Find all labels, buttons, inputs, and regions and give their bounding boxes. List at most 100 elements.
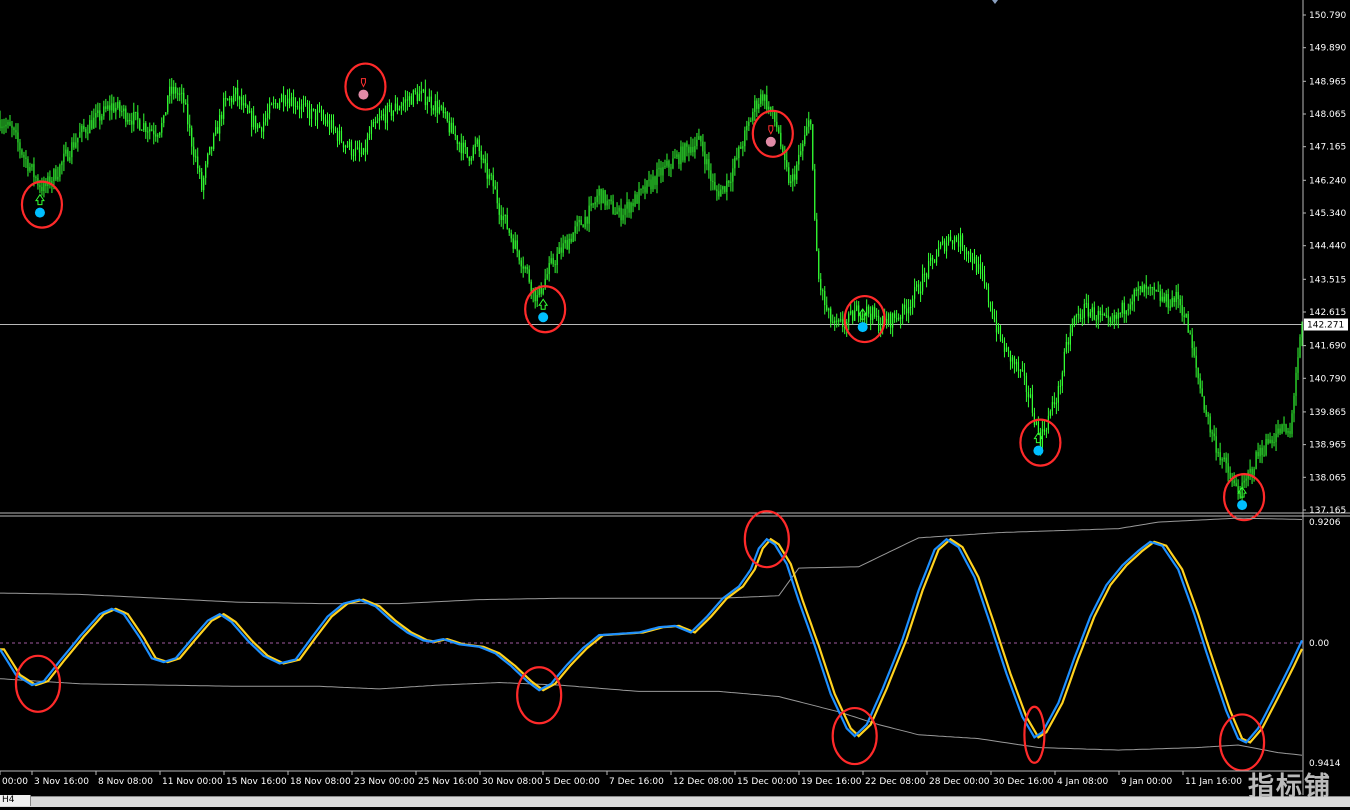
candle-body	[15, 130, 17, 133]
candle-body	[834, 320, 836, 323]
candle-body	[666, 160, 668, 166]
candle-body	[1157, 290, 1159, 292]
candle-body	[137, 112, 139, 120]
candle-body	[61, 162, 63, 166]
candle-body	[963, 248, 966, 252]
candle-body	[428, 96, 430, 102]
candle-body	[496, 189, 498, 204]
candle-body	[1195, 355, 1197, 368]
time-tick-label: 9 Jan 00:00	[1121, 777, 1173, 787]
candle-body	[189, 124, 191, 128]
timeframe-tab[interactable]: H4	[0, 795, 31, 806]
candle-body	[57, 176, 59, 180]
candle-body	[380, 116, 383, 119]
candle-body	[432, 108, 434, 111]
candle-body	[702, 141, 704, 152]
candle-body	[1081, 317, 1083, 319]
candle-body	[0, 119, 1, 129]
candle-body	[973, 256, 976, 264]
candle-body	[29, 167, 31, 171]
candle-body	[826, 305, 828, 311]
candle-body	[1189, 332, 1191, 335]
candle-body	[438, 107, 440, 113]
candle-body	[788, 167, 790, 184]
candle-body	[570, 238, 572, 242]
candle-body	[143, 123, 145, 131]
candle-body	[1011, 357, 1014, 362]
candle-body	[157, 135, 159, 137]
candle-body	[965, 251, 968, 255]
time-tick-label: 15 Nov 16:00	[226, 777, 287, 787]
candle-body	[1133, 289, 1135, 302]
price-tick-label: 145.340	[1309, 209, 1346, 219]
candle-body	[1229, 472, 1231, 479]
candle-body	[251, 110, 253, 127]
candle-body	[520, 260, 522, 267]
candle-body	[790, 181, 792, 184]
candle-body	[1249, 468, 1251, 473]
candle-body	[830, 308, 832, 322]
candle-body	[1003, 340, 1006, 352]
candle-body	[1225, 457, 1227, 464]
candle-body	[466, 147, 468, 157]
candle-body	[1123, 302, 1125, 315]
candle-body	[1211, 432, 1213, 434]
candle-body	[169, 86, 171, 96]
candle-body	[5, 124, 7, 127]
candle-body	[149, 129, 151, 132]
candle-body	[780, 132, 782, 147]
candle-body	[266, 113, 269, 119]
candle-body	[121, 111, 123, 113]
candle-body	[1109, 317, 1111, 322]
candle-body	[1101, 313, 1103, 315]
candle-body	[1067, 341, 1069, 345]
candle-body	[109, 105, 111, 111]
candle-body	[203, 177, 205, 191]
time-tick-label: 23 Nov 00:00	[354, 777, 415, 787]
time-tick-label: 22 Dec 08:00	[865, 777, 926, 787]
candle-body	[119, 101, 121, 112]
candle-body	[492, 175, 494, 187]
price-tick-label: 146.240	[1309, 176, 1346, 186]
candle-body	[636, 194, 638, 204]
candle-body	[239, 96, 241, 100]
candle-body	[616, 211, 618, 215]
candle-body	[730, 181, 732, 183]
candle-body	[1183, 315, 1185, 317]
candle-body	[794, 174, 796, 180]
candle-body	[237, 87, 239, 100]
candle-body	[929, 257, 932, 262]
candle-body	[21, 149, 23, 155]
candle-body	[1053, 402, 1055, 405]
candle-body	[1153, 287, 1155, 290]
candle-body	[792, 174, 794, 182]
candle-body	[259, 124, 261, 128]
candle-body	[854, 310, 856, 321]
candle-body	[193, 146, 195, 157]
candle-body	[13, 127, 15, 131]
candle-body	[1075, 315, 1077, 318]
candle-body	[927, 261, 930, 278]
candle-body	[925, 273, 928, 278]
candle-body	[969, 251, 972, 259]
candle-body	[187, 104, 189, 125]
candle-body	[682, 146, 684, 161]
candle-body	[1209, 416, 1211, 433]
candle-body	[1017, 361, 1020, 371]
candle-body	[1291, 413, 1293, 434]
candle-body	[374, 121, 377, 123]
candle-body	[1161, 296, 1163, 301]
buy-signal-dot	[1033, 445, 1044, 456]
time-tick-label: 12 Dec 08:00	[673, 777, 734, 787]
candle-body	[488, 174, 490, 179]
candle-body	[73, 142, 75, 148]
candle-body	[382, 114, 385, 117]
price-tick-label: 142.615	[1309, 308, 1346, 318]
time-tick-label: 11 Jan 16:00	[1185, 777, 1242, 787]
candle-body	[1135, 289, 1137, 291]
candle-body	[1091, 307, 1093, 313]
candle-body	[243, 103, 245, 106]
candle-body	[510, 232, 512, 239]
candle-body	[582, 224, 584, 228]
candle-body	[1171, 297, 1173, 307]
